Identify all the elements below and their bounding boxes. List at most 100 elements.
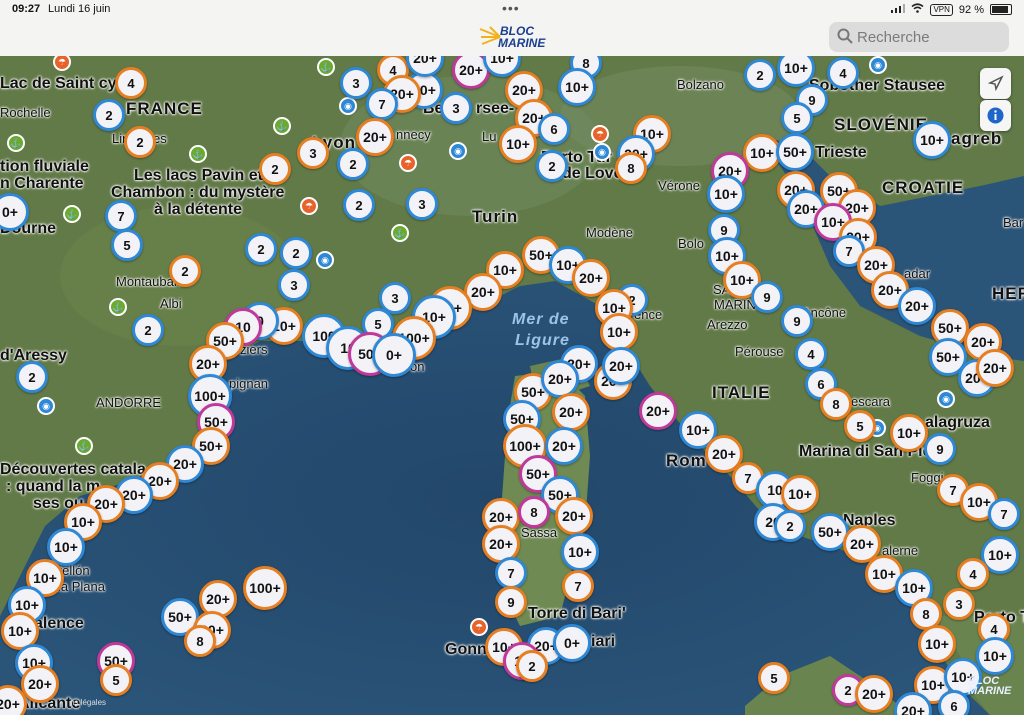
cluster-marker[interactable]: 2 bbox=[280, 237, 312, 269]
cluster-marker[interactable]: 2 bbox=[343, 189, 375, 221]
cluster-marker[interactable]: 6 bbox=[538, 113, 570, 145]
cluster-marker[interactable]: 7 bbox=[366, 88, 398, 120]
anchor-icon[interactable]: ⚓ bbox=[7, 134, 25, 152]
cluster-marker[interactable]: 8 bbox=[184, 625, 216, 657]
cluster-marker[interactable]: 2 bbox=[245, 233, 277, 265]
cluster-marker[interactable]: 20+ bbox=[855, 675, 893, 713]
cluster-marker[interactable]: 7 bbox=[562, 570, 594, 602]
snorkel-icon[interactable]: ◉ bbox=[593, 143, 611, 161]
cluster-marker[interactable]: 20+ bbox=[898, 287, 936, 325]
cluster-marker[interactable]: 20+ bbox=[21, 665, 59, 703]
cluster-marker[interactable]: 20+ bbox=[552, 393, 590, 431]
cluster-marker[interactable]: 3 bbox=[278, 269, 310, 301]
snorkel-icon[interactable]: ◉ bbox=[449, 142, 467, 160]
cluster-marker[interactable]: 5 bbox=[111, 229, 143, 261]
cluster-marker[interactable]: 2 bbox=[259, 153, 291, 185]
cluster-marker[interactable]: 2 bbox=[132, 314, 164, 346]
cluster-marker[interactable]: 7 bbox=[495, 557, 527, 589]
cluster-marker[interactable]: 7 bbox=[988, 498, 1020, 530]
cluster-marker[interactable]: 8 bbox=[518, 496, 550, 528]
beach-icon[interactable]: ☂ bbox=[591, 125, 609, 143]
cluster-marker[interactable]: 3 bbox=[943, 588, 975, 620]
snorkel-icon[interactable]: ◉ bbox=[339, 97, 357, 115]
cluster-marker[interactable]: 5 bbox=[844, 410, 876, 442]
cluster-marker[interactable]: 3 bbox=[297, 137, 329, 169]
anchor-icon[interactable]: ⚓ bbox=[391, 224, 409, 242]
anchor-icon[interactable]: ⚓ bbox=[63, 205, 81, 223]
cluster-marker[interactable]: 10+ bbox=[561, 533, 599, 571]
cluster-marker[interactable]: 8 bbox=[615, 152, 647, 184]
cluster-marker[interactable]: 10+ bbox=[976, 637, 1014, 675]
locate-button[interactable] bbox=[980, 68, 1011, 99]
cluster-marker[interactable]: 2 bbox=[93, 99, 125, 131]
cluster-marker[interactable]: 10+ bbox=[890, 414, 928, 452]
cluster-marker[interactable]: 3 bbox=[440, 92, 472, 124]
cluster-marker[interactable]: 20+ bbox=[639, 392, 677, 430]
cluster-marker[interactable]: 4 bbox=[115, 67, 147, 99]
cluster-marker[interactable]: 2 bbox=[536, 150, 568, 182]
legal-link[interactable]: ns légales bbox=[70, 698, 106, 707]
cluster-marker[interactable]: 2 bbox=[774, 510, 806, 542]
anchor-icon[interactable]: ⚓ bbox=[109, 298, 127, 316]
anchor-icon[interactable]: ⚓ bbox=[189, 145, 207, 163]
cluster-marker[interactable]: 4 bbox=[957, 558, 989, 590]
cluster-marker[interactable]: 10+ bbox=[913, 121, 951, 159]
cluster-marker[interactable]: 20+ bbox=[555, 497, 593, 535]
cluster-marker[interactable]: 0+ bbox=[372, 333, 416, 377]
search-field[interactable]: Recherche bbox=[829, 22, 1009, 52]
cluster-marker[interactable]: 3 bbox=[340, 67, 372, 99]
cluster-marker[interactable]: 5 bbox=[758, 662, 790, 694]
anchor-icon[interactable]: ⚓ bbox=[273, 117, 291, 135]
snorkel-icon[interactable]: ◉ bbox=[316, 251, 334, 269]
cluster-marker[interactable]: 4 bbox=[827, 57, 859, 89]
cluster-marker[interactable]: 2 bbox=[744, 59, 776, 91]
map-view[interactable]: Lac de Saint cy Rochelle FRANCE Lim es Lyon nn… bbox=[0, 56, 1024, 715]
place-label: Gonn bbox=[445, 641, 487, 658]
cluster-marker[interactable]: 6 bbox=[938, 690, 970, 715]
cluster-marker[interactable]: 9 bbox=[924, 433, 956, 465]
cluster-marker[interactable]: 20+ bbox=[976, 349, 1014, 387]
cluster-marker[interactable]: 10+ bbox=[707, 175, 745, 213]
place-label: ITALIE bbox=[712, 383, 771, 402]
place-label: Mer de bbox=[512, 311, 570, 328]
cluster-marker[interactable]: 5 bbox=[781, 102, 813, 134]
snorkel-icon[interactable]: ◉ bbox=[937, 390, 955, 408]
cluster-marker[interactable]: 9 bbox=[751, 281, 783, 313]
status-time: 09:27 bbox=[12, 3, 41, 15]
cluster-marker[interactable]: 2 bbox=[337, 148, 369, 180]
cluster-marker[interactable]: 0+ bbox=[553, 624, 591, 662]
place-label: Chambon : du mystère bbox=[111, 184, 285, 201]
beach-icon[interactable]: ☂ bbox=[300, 197, 318, 215]
cluster-marker[interactable]: 2 bbox=[516, 650, 548, 682]
info-button[interactable] bbox=[980, 100, 1011, 131]
beach-icon[interactable]: ☂ bbox=[399, 154, 417, 172]
cluster-marker[interactable]: 10+ bbox=[499, 125, 537, 163]
cluster-marker[interactable]: 9 bbox=[495, 586, 527, 618]
cluster-marker[interactable]: 4 bbox=[795, 338, 827, 370]
app-logo: BLOC MARINE bbox=[478, 22, 558, 52]
cluster-marker[interactable]: 2 bbox=[16, 361, 48, 393]
multitasking-dots-icon[interactable]: ••• bbox=[502, 0, 520, 16]
cluster-marker[interactable]: 50+ bbox=[776, 133, 814, 171]
cluster-marker[interactable]: 10+ bbox=[918, 625, 956, 663]
anchor-icon[interactable]: ⚓ bbox=[75, 437, 93, 455]
cluster-marker[interactable]: 10+ bbox=[558, 68, 596, 106]
cluster-marker[interactable]: 9 bbox=[781, 305, 813, 337]
battery-label: 92 % bbox=[958, 3, 984, 16]
cluster-marker[interactable]: 20+ bbox=[602, 347, 640, 385]
cluster-marker[interactable]: 2 bbox=[169, 255, 201, 287]
snorkel-icon[interactable]: ◉ bbox=[37, 397, 55, 415]
wifi-icon bbox=[911, 3, 924, 16]
snorkel-icon[interactable]: ◉ bbox=[869, 56, 887, 74]
beach-icon[interactable]: ☂ bbox=[470, 618, 488, 636]
cluster-marker[interactable]: 100+ bbox=[243, 566, 287, 610]
cluster-marker[interactable]: 7 bbox=[105, 200, 137, 232]
cluster-marker[interactable]: 2 bbox=[124, 126, 156, 158]
cluster-marker[interactable]: 5 bbox=[100, 664, 132, 696]
cluster-marker[interactable]: 3 bbox=[406, 188, 438, 220]
cluster-marker[interactable]: 10+ bbox=[781, 475, 819, 513]
cluster-marker[interactable]: 10+ bbox=[600, 313, 638, 351]
place-label: escara bbox=[851, 394, 891, 409]
place-label: Lu bbox=[482, 129, 497, 144]
anchor-icon[interactable]: ⚓ bbox=[317, 58, 335, 76]
